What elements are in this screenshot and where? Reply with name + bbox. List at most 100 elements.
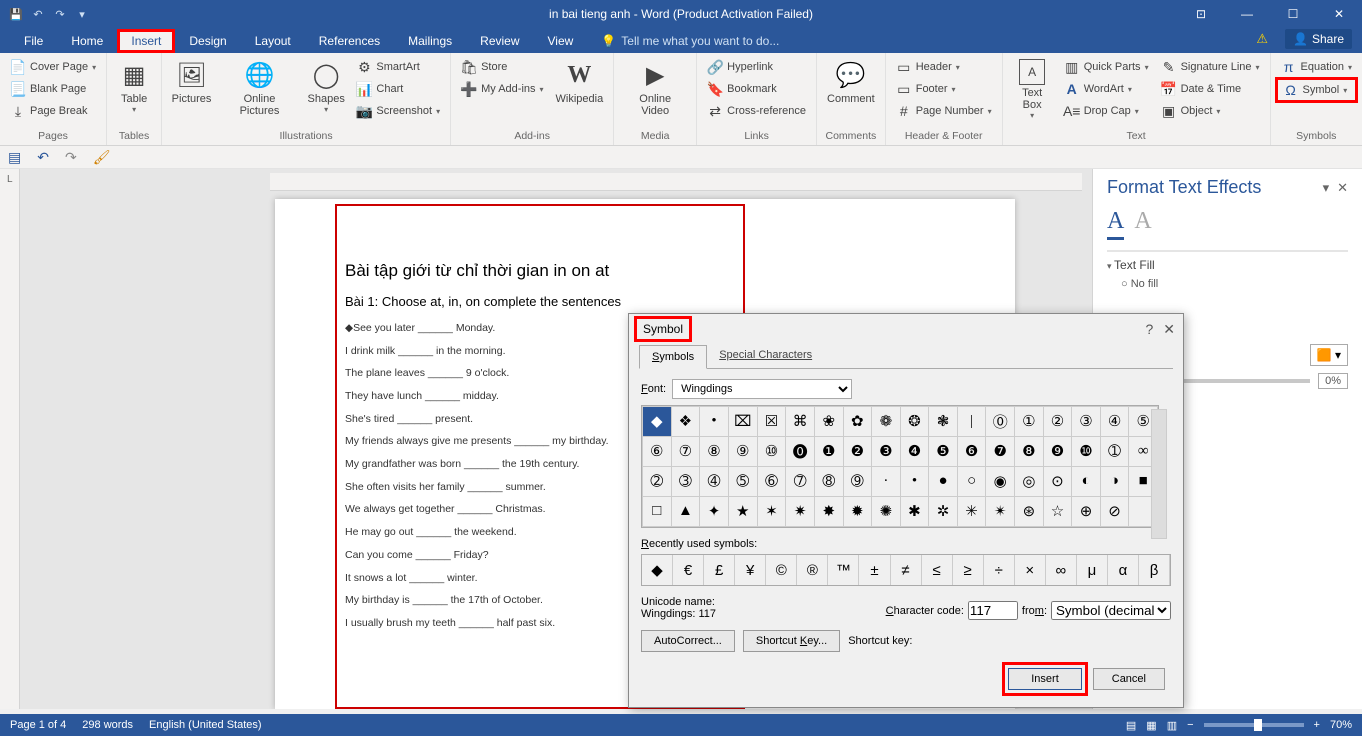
symbol-cell[interactable]: ❸ [872, 437, 901, 467]
symbol-button[interactable]: ΩSymbol [1277, 79, 1356, 101]
symbol-cell[interactable]: ❽ [1015, 437, 1044, 467]
doc-line[interactable]: ◆See you later ______ Monday. [345, 321, 645, 336]
warning-icon[interactable]: ⚠ [1256, 31, 1268, 47]
recent-symbol-cell[interactable]: ™ [828, 555, 859, 585]
symbols-tab[interactable]: SSymbolsymbols [639, 345, 707, 369]
symbol-cell[interactable]: ➂ [671, 467, 700, 497]
doc-line[interactable]: My birthday is ______ the 17th of Octobe… [345, 593, 645, 608]
text-fill-section[interactable]: Text Fill [1107, 251, 1348, 278]
charcode-input[interactable] [968, 601, 1018, 620]
symbol-cell[interactable]: □ [643, 497, 672, 527]
table-button[interactable]: ▦Table [113, 57, 155, 116]
symbol-cell[interactable]: ◐ [1072, 467, 1101, 497]
recent-symbol-cell[interactable]: β [1139, 555, 1170, 585]
symbol-cell[interactable]: ❿ [1072, 437, 1101, 467]
symbol-cell[interactable]: ⑥ [643, 437, 672, 467]
sigline-button[interactable]: ✎Signature Line [1157, 57, 1264, 77]
symbol-cell[interactable]: ✱ [900, 497, 929, 527]
doc-line[interactable]: She often visits her family ______ summe… [345, 480, 645, 495]
recent-symbol-cell[interactable]: μ [1077, 555, 1108, 585]
brush-icon[interactable]: 🖌 [93, 149, 111, 166]
recent-symbol-cell[interactable]: ≠ [891, 555, 922, 585]
tab-references[interactable]: References [305, 29, 394, 53]
symbol-cell[interactable]: ✦ [700, 497, 729, 527]
wikipedia-button[interactable]: WWikipedia [552, 57, 608, 107]
doc-line[interactable]: He may go out ______ the weekend. [345, 525, 645, 540]
recent-symbol-cell[interactable]: ± [859, 555, 890, 585]
cover-page-button[interactable]: 📄Cover Page [6, 57, 100, 77]
symbol-cell[interactable]: • [700, 407, 729, 437]
symbol-cell[interactable]: ➇ [815, 467, 844, 497]
recent-symbol-cell[interactable]: ® [797, 555, 828, 585]
symbol-cell[interactable]: ✹ [843, 497, 872, 527]
maximize-button[interactable]: ☐ [1270, 0, 1316, 28]
symbol-cell[interactable]: ◆ [643, 407, 672, 437]
symbol-cell[interactable]: ✳ [957, 497, 986, 527]
symbol-cell[interactable]: ① [1015, 407, 1044, 437]
symbol-cell[interactable]: ⑧ [700, 437, 729, 467]
symbol-cell[interactable]: ❂ [900, 407, 929, 437]
equation-button[interactable]: πEquation [1277, 57, 1356, 77]
view-web-icon[interactable]: ▥ [1167, 719, 1177, 732]
redo-icon[interactable]: ↷ [52, 6, 68, 22]
dialog-titlebar[interactable]: Symbol ? ✕ [629, 314, 1183, 344]
doc-line[interactable]: I drink milk ______ in the morning. [345, 344, 645, 359]
symbol-cell[interactable]: ⑦ [671, 437, 700, 467]
undo-icon[interactable]: ↶ [30, 6, 46, 22]
symbol-cell[interactable]: ⓿ [786, 437, 815, 467]
symbol-cell[interactable]: ❺ [929, 437, 958, 467]
doc-line[interactable]: My friends always give me presents _____… [345, 434, 645, 449]
doc-line[interactable]: Can you come ______ Friday? [345, 548, 645, 563]
symbol-cell[interactable]: · [872, 467, 901, 497]
recent-symbol-cell[interactable]: ∞ [1046, 555, 1077, 585]
symbol-cell[interactable]: ✿ [843, 407, 872, 437]
recent-symbol-cell[interactable]: × [1015, 555, 1046, 585]
symbol-cell[interactable]: ✸ [815, 497, 844, 527]
zoom-value[interactable]: 70% [1330, 719, 1352, 731]
special-chars-tab[interactable]: Special Characters [707, 344, 824, 368]
share-button[interactable]: 👤Share [1285, 29, 1352, 49]
redo-below-icon[interactable]: ↷ [65, 149, 77, 166]
symbol-cell[interactable]: ◎ [1015, 467, 1044, 497]
autocorrect-button[interactable]: AutoCorrect... [641, 630, 735, 652]
symbol-cell[interactable]: ❀ [815, 407, 844, 437]
symbol-cell[interactable]: ❷ [843, 437, 872, 467]
smartart-button[interactable]: ⚙SmartArt [352, 57, 444, 77]
tab-review[interactable]: Review [466, 29, 533, 53]
minimize-button[interactable]: — [1224, 0, 1270, 28]
cancel-button[interactable]: Cancel [1093, 668, 1165, 690]
symbol-cell[interactable]: ⌘ [786, 407, 815, 437]
no-fill-option[interactable]: ○ No fill [1107, 278, 1348, 290]
dropcap-button[interactable]: A≡Drop Cap [1060, 101, 1153, 121]
pane-dropdown-icon[interactable]: ▾ [1323, 180, 1330, 196]
symbol-cell[interactable]: ➄ [728, 467, 757, 497]
symbol-grid-scrollbar[interactable] [1151, 409, 1167, 539]
close-button[interactable]: ✕ [1316, 0, 1362, 28]
status-page[interactable]: Page 1 of 4 [10, 719, 66, 731]
symbol-cell[interactable]: ✴ [986, 497, 1015, 527]
fill-color-picker[interactable]: 🟧 ▾ [1310, 344, 1348, 366]
wordart-button[interactable]: AWordArt [1060, 79, 1153, 99]
symbol-cell[interactable]: ☒ [757, 407, 786, 437]
symbol-cell[interactable]: ❖ [671, 407, 700, 437]
store-button[interactable]: 🛍Store [457, 57, 547, 77]
ribbon-options-icon[interactable]: ⊡ [1178, 0, 1224, 28]
tab-design[interactable]: Design [175, 29, 240, 53]
symbol-cell[interactable]: ❃ [929, 407, 958, 437]
symbol-cell[interactable]: ③ [1072, 407, 1101, 437]
blank-page-button[interactable]: 📃Blank Page [6, 79, 100, 99]
tab-view[interactable]: View [534, 29, 588, 53]
chart-button[interactable]: 📊Chart [352, 79, 444, 99]
symbol-cell[interactable]: ➁ [643, 467, 672, 497]
pane-close-icon[interactable]: ✕ [1337, 180, 1348, 196]
symbol-cell[interactable]: ➈ [843, 467, 872, 497]
doc-line[interactable]: I usually brush my teeth ______ half pas… [345, 616, 645, 631]
tab-layout[interactable]: Layout [241, 29, 305, 53]
recent-symbol-cell[interactable]: α [1108, 555, 1139, 585]
symbol-cell[interactable]: ❾ [1043, 437, 1072, 467]
symbol-cell[interactable]: ➀ [1100, 437, 1129, 467]
symbol-cell[interactable]: ➃ [700, 467, 729, 497]
dialog-help-icon[interactable]: ? [1145, 321, 1153, 338]
undo-below-icon[interactable]: ↶ [37, 149, 49, 166]
shapes-button[interactable]: ◯Shapes [304, 57, 348, 116]
